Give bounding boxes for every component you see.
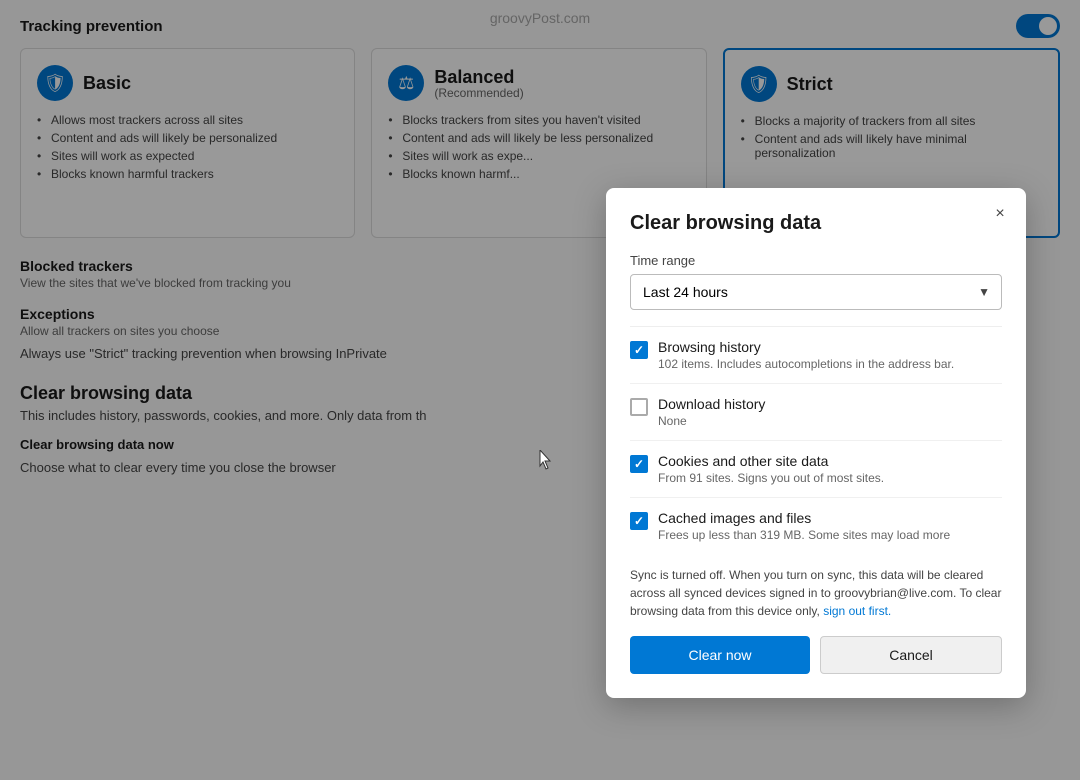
browsing-history-label: Browsing history: [658, 339, 1002, 355]
browsing-history-checkbox[interactable]: ✓: [630, 341, 648, 359]
sign-out-link[interactable]: sign out first.: [823, 604, 891, 618]
cookies-desc: From 91 sites. Signs you out of most sit…: [658, 471, 1002, 485]
cookies-label: Cookies and other site data: [658, 453, 1002, 469]
browsing-history-item: ✓ Browsing history 102 items. Includes a…: [630, 327, 1002, 384]
modal-title: Clear browsing data: [630, 212, 1002, 235]
cached-images-desc: Frees up less than 319 MB. Some sites ma…: [658, 528, 1002, 542]
check-icon: ✓: [634, 457, 644, 471]
download-history-label: Download history: [658, 396, 1002, 412]
cached-images-label: Cached images and files: [658, 510, 1002, 526]
modal-close-button[interactable]: ×: [986, 200, 1014, 228]
download-history-item: Download history None: [630, 384, 1002, 441]
download-history-desc: None: [658, 414, 1002, 428]
time-range-select[interactable]: Last 24 hours Last 7 days Last 4 weeks A…: [630, 274, 1002, 310]
cached-images-item: ✓ Cached images and files Frees up less …: [630, 498, 1002, 554]
download-history-content: Download history None: [658, 396, 1002, 428]
check-icon: ✓: [634, 343, 644, 357]
sync-note: Sync is turned off. When you turn on syn…: [630, 566, 1002, 620]
modal-overlay: × Clear browsing data Time range Last 24…: [0, 0, 1080, 780]
modal-items-list: ✓ Browsing history 102 items. Includes a…: [630, 326, 1002, 554]
cookies-content: Cookies and other site data From 91 site…: [658, 453, 1002, 485]
time-range-wrapper: Last 24 hours Last 7 days Last 4 weeks A…: [630, 274, 1002, 310]
cached-images-checkbox[interactable]: ✓: [630, 512, 648, 530]
browsing-history-desc: 102 items. Includes autocompletions in t…: [658, 357, 1002, 371]
clear-browsing-modal: × Clear browsing data Time range Last 24…: [606, 188, 1026, 698]
cancel-button[interactable]: Cancel: [820, 636, 1002, 674]
download-history-checkbox[interactable]: [630, 398, 648, 416]
check-icon: ✓: [634, 514, 644, 528]
cached-images-content: Cached images and files Frees up less th…: [658, 510, 1002, 542]
time-range-label: Time range: [630, 253, 1002, 268]
clear-now-button[interactable]: Clear now: [630, 636, 810, 674]
cookies-checkbox[interactable]: ✓: [630, 455, 648, 473]
browsing-history-content: Browsing history 102 items. Includes aut…: [658, 339, 1002, 371]
cookies-item: ✓ Cookies and other site data From 91 si…: [630, 441, 1002, 498]
modal-footer: Clear now Cancel: [630, 636, 1002, 674]
